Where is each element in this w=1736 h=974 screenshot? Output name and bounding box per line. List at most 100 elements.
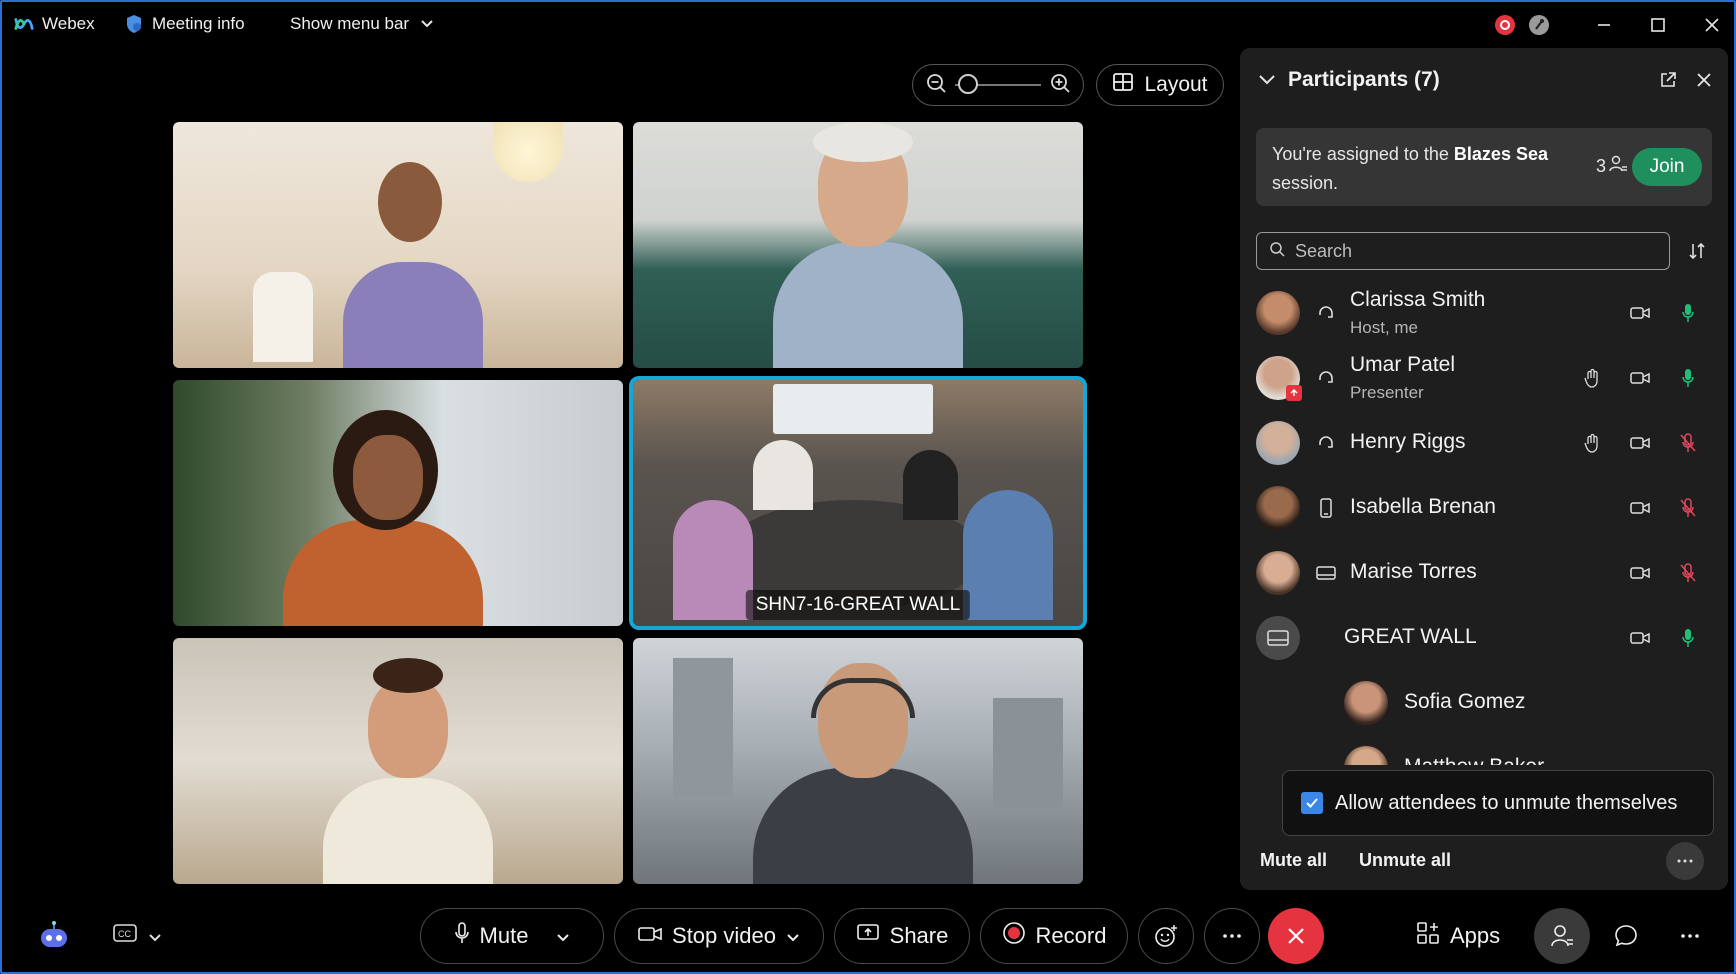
microphone-muted-icon[interactable] [1676,431,1700,455]
participant-body [323,778,493,884]
video-camera-icon[interactable] [1628,561,1652,585]
video-camera-icon[interactable] [1628,496,1652,520]
more-options-icon[interactable] [1666,842,1704,880]
chevron-down-icon[interactable] [556,923,570,949]
close-window-icon[interactable] [1692,10,1732,40]
webex-app-label[interactable]: Webex [14,14,95,34]
participant-body [773,242,963,368]
zoom-in-icon[interactable] [1049,72,1071,99]
allow-unmute-option[interactable]: Allow attendees to unmute themselves [1282,770,1714,836]
participants-toggle-button[interactable] [1534,908,1590,964]
zoom-out-icon[interactable] [925,72,947,99]
close-panel-icon[interactable] [1690,66,1718,94]
video-tile-5[interactable] [173,638,623,884]
chat-button[interactable] [1598,908,1654,964]
app-name: Webex [42,14,95,33]
participants-title: Participants (7) [1288,68,1440,91]
participant-row[interactable]: Marise Torres [1240,542,1728,604]
participant-head [378,162,442,242]
participant-role: Host, me [1350,318,1419,337]
video-camera-icon [638,923,662,949]
mute-button[interactable]: Mute [420,908,604,964]
stop-video-button[interactable]: Stop video [614,908,824,964]
participants-header[interactable]: Participants (7) [1258,68,1440,92]
video-tile-3[interactable] [173,380,623,626]
participant-role: Presenter [1350,383,1424,402]
meeting-info-button[interactable]: Meeting info [124,14,245,34]
end-call-button[interactable] [1268,908,1324,964]
allow-unmute-label: Allow attendees to unmute themselves [1335,791,1678,814]
maximize-icon[interactable] [1638,10,1678,40]
session-message: You're assigned to the Blazes Sea sessio… [1272,140,1572,198]
participant-name: Isabella Brenan [1350,495,1496,518]
microphone-on-icon[interactable] [1676,366,1700,390]
zoom-slider[interactable] [955,74,1041,94]
mute-label: Mute [479,923,529,948]
record-button[interactable]: Record [980,908,1128,964]
more-controls-icon[interactable] [1204,908,1260,964]
video-tile-4-active-speaker[interactable]: SHN7-16-GREAT WALL [629,376,1087,630]
reactions-button[interactable] [1138,908,1194,964]
closed-captions-button[interactable]: CC [112,916,162,956]
recording-indicator-icon[interactable] [1492,10,1518,40]
video-tile-1[interactable] [173,122,623,368]
participant-row[interactable]: Isabella Brenan [1240,477,1728,539]
microphone-muted-icon[interactable] [1676,561,1700,585]
video-camera-icon[interactable] [1628,431,1652,455]
room-person-1 [673,500,753,620]
layout-label: Layout [1144,73,1208,96]
participant-body [283,520,483,626]
ai-assistant-icon[interactable] [26,908,82,964]
chevron-down-icon[interactable] [148,923,162,949]
participant-body [343,262,483,368]
avatar [1344,681,1388,725]
mute-all-button[interactable]: Mute all [1260,850,1327,871]
participant-search-input[interactable]: Search [1256,232,1670,270]
zoom-slider-handle[interactable] [958,74,979,94]
chevron-down-icon[interactable] [786,923,800,949]
participant-row[interactable]: Umar Patel Presenter [1240,347,1728,409]
minimize-icon[interactable] [1584,10,1624,40]
video-camera-icon[interactable] [1628,366,1652,390]
show-menu-bar-button[interactable]: Show menu bar [290,14,437,34]
microphone-on-icon[interactable] [1676,626,1700,650]
participant-row[interactable]: Sofia Gomez [1240,672,1728,734]
allow-unmute-checkbox[interactable] [1301,792,1323,814]
participant-row[interactable]: Henry Riggs [1240,412,1728,474]
join-session-button[interactable]: Join [1632,148,1702,186]
headset-icon [1314,301,1338,325]
microphone-muted-icon[interactable] [1676,496,1700,520]
avatar [1256,616,1300,660]
pop-out-icon[interactable] [1654,66,1682,94]
video-tile-2[interactable] [633,122,1083,368]
shield-icon [124,14,144,34]
avatar [1256,421,1300,465]
building-right [993,698,1063,808]
participant-row[interactable]: Matthew Baker [1240,737,1728,765]
microphone-on-icon[interactable] [1676,301,1700,325]
participant-name: Clarissa Smith [1350,288,1486,311]
participant-row[interactable]: GREAT WALL [1240,607,1728,669]
encryption-lock-icon[interactable] [1526,10,1552,40]
video-camera-icon[interactable] [1628,626,1652,650]
room-device-icon [1314,561,1338,585]
participant-name: Marise Torres [1350,560,1477,583]
sort-icon[interactable] [1684,238,1710,264]
chevron-down-icon[interactable] [1258,68,1276,92]
participant-row[interactable]: Clarissa Smith Host, me [1240,282,1728,344]
share-button[interactable]: Share [834,908,970,964]
participant-hair [813,122,913,162]
search-placeholder: Search [1295,240,1353,261]
video-tile-6[interactable] [633,638,1083,884]
share-label: Share [889,923,949,948]
overflow-menu-icon[interactable] [1662,908,1718,964]
apps-button[interactable]: Apps [1416,916,1500,956]
unmute-all-button[interactable]: Unmute all [1359,850,1451,871]
video-camera-icon[interactable] [1628,301,1652,325]
room-person-2 [963,490,1053,620]
close-icon [1288,928,1304,944]
raised-hand-icon [1580,431,1604,455]
layout-button[interactable]: Layout [1096,64,1224,106]
stop-video-label: Stop video [672,923,776,948]
chat-bubble-icon [1615,925,1637,947]
